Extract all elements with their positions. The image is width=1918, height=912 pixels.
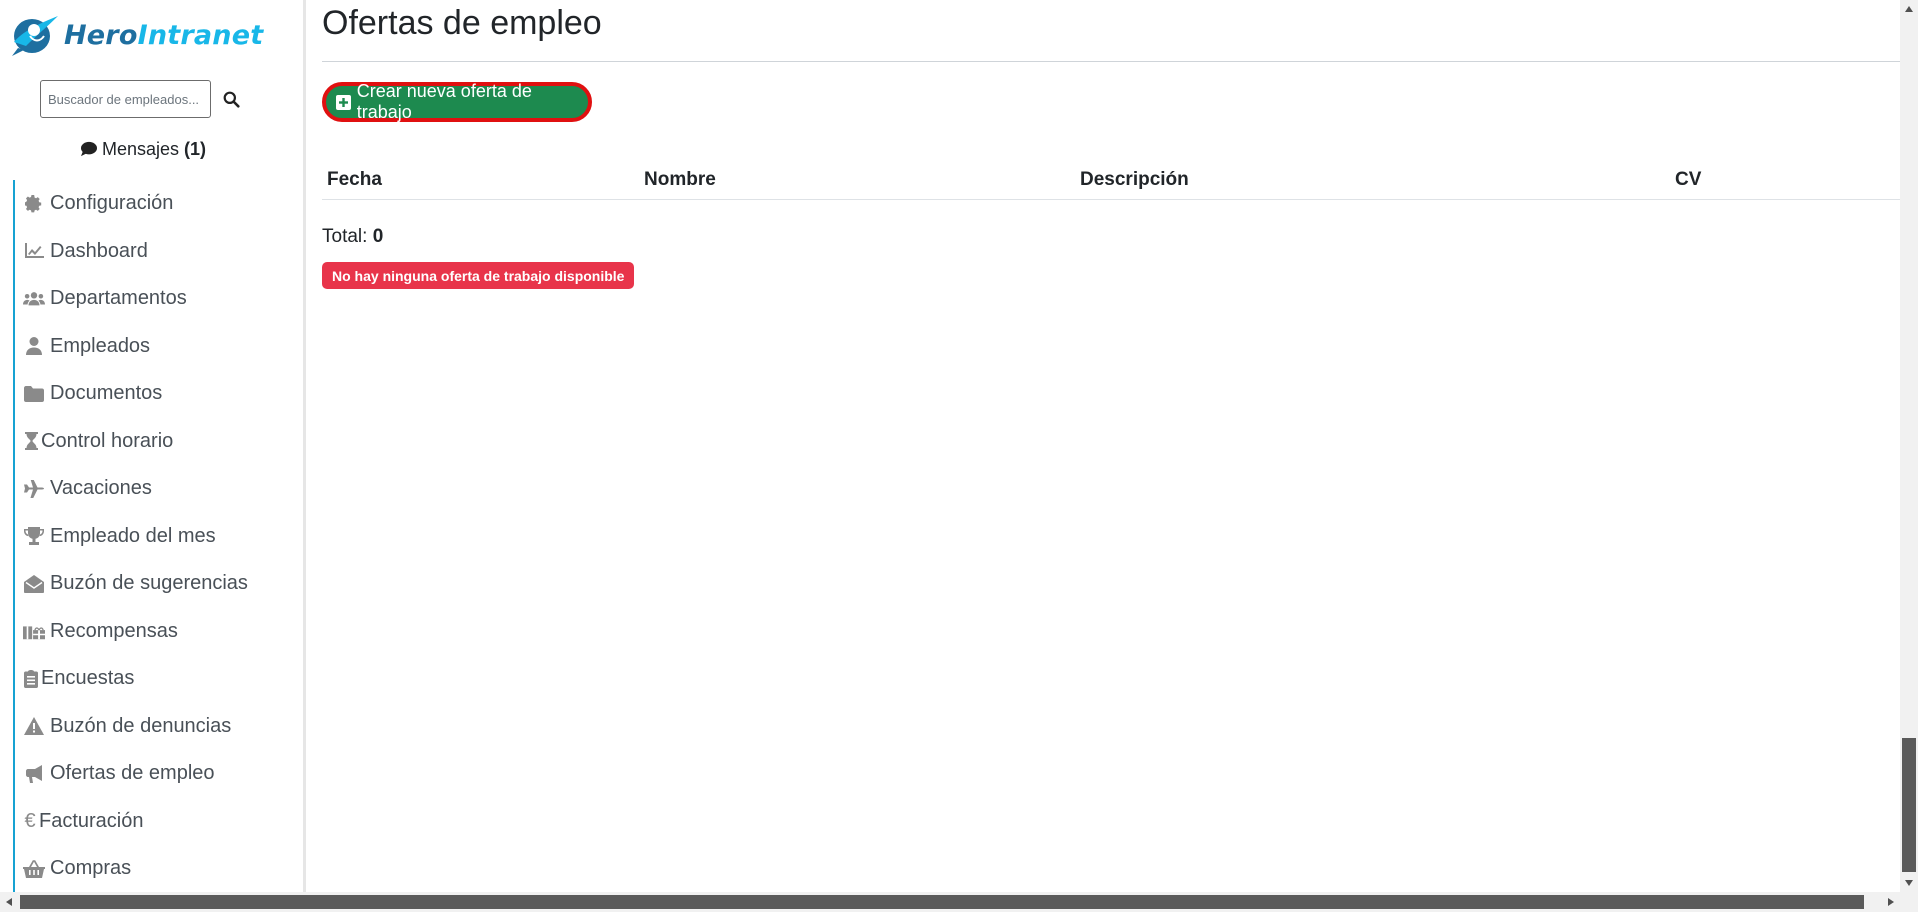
sidebar-item-dashboard[interactable]: Dashboard (13, 227, 303, 275)
vertical-scrollbar-thumb[interactable] (1902, 738, 1916, 872)
sidebar-item-label: Recompensas (50, 619, 178, 642)
total-count: Total: 0 (322, 226, 383, 248)
sidebar-item-label: Encuestas (41, 667, 135, 690)
search-input[interactable] (40, 80, 211, 118)
sidebar-item-label: Dashboard (50, 239, 148, 262)
empty-state-badge: No hay ninguna oferta de trabajo disponi… (322, 262, 635, 289)
column-header-nombre: Nombre (644, 169, 716, 190)
sidebar-item-buzon-sugerencias[interactable]: Buzón de sugerencias (13, 560, 303, 608)
sidebar: HeroIntranet Mensajes (1) Configuración … (0, 0, 306, 892)
plane-icon (23, 478, 45, 500)
sidebar-item-control-horario[interactable]: Control horario (13, 417, 303, 465)
brand-name: HeroIntranet (64, 19, 264, 51)
employee-search (40, 80, 249, 118)
trophy-icon (23, 525, 45, 547)
sidebar-item-label: Empleado del mes (50, 524, 216, 547)
horizontal-scrollbar[interactable] (0, 892, 1918, 912)
sidebar-item-configuracion[interactable]: Configuración (13, 180, 303, 228)
main-content: Ofertas de empleo Crear nueva oferta de … (322, 0, 1900, 892)
sidebar-item-facturacion[interactable]: € Facturación (13, 797, 303, 845)
search-icon[interactable] (213, 80, 249, 118)
sidebar-item-label: Buzón de sugerencias (50, 572, 248, 595)
sidebar-item-buzon-denuncias[interactable]: Buzón de denuncias (13, 702, 303, 750)
sidebar-item-label: Facturación (39, 809, 144, 832)
sidebar-nav: Configuración Dashboard Departamentos Em… (13, 180, 303, 892)
sidebar-item-encuestas[interactable]: Encuestas (13, 655, 303, 703)
sidebar-item-label: Buzón de denuncias (50, 714, 232, 737)
euro-icon: € (24, 809, 36, 832)
folder-icon (23, 383, 45, 405)
title-divider (322, 61, 1900, 62)
sidebar-item-label: Empleados (50, 334, 151, 357)
users-icon (23, 288, 45, 310)
chart-line-icon (23, 240, 45, 262)
scroll-right-icon[interactable] (1882, 892, 1900, 912)
vertical-scrollbar[interactable] (1900, 0, 1918, 892)
total-value: 0 (372, 226, 384, 247)
gear-icon (23, 193, 45, 215)
total-label: Total: (322, 226, 368, 247)
sidebar-item-label: Documentos (50, 382, 163, 405)
user-icon (23, 335, 45, 357)
sidebar-item-empleados[interactable]: Empleados (13, 322, 303, 370)
sidebar-item-vacaciones[interactable]: Vacaciones (13, 465, 303, 513)
logo[interactable]: HeroIntranet (8, 12, 263, 58)
job-offers-table-header: Fecha Nombre Descripción CV (322, 164, 1900, 200)
sidebar-item-label: Configuración (50, 192, 174, 215)
envelope-open-icon (23, 573, 45, 595)
column-header-cv: CV (1675, 169, 1702, 190)
sidebar-item-label: Compras (50, 857, 132, 880)
sidebar-item-label: Departamentos (50, 287, 187, 310)
gifts-icon (23, 620, 45, 642)
messages-count: (1) (184, 139, 207, 159)
sidebar-item-departamentos[interactable]: Departamentos (13, 275, 303, 323)
sidebar-item-documentos[interactable]: Documentos (13, 370, 303, 418)
column-header-descripcion: Descripción (1080, 169, 1189, 190)
scroll-up-icon[interactable] (1900, 0, 1918, 18)
megaphone-icon (23, 763, 45, 785)
clipboard-list-icon (23, 668, 39, 690)
page-title: Ofertas de empleo (322, 4, 602, 42)
create-job-offer-label: Crear nueva oferta de trabajo (356, 81, 532, 122)
messages-label: Mensajes (101, 139, 180, 159)
scroll-down-icon[interactable] (1900, 874, 1918, 892)
hero-logo-icon (12, 16, 58, 56)
create-job-offer-button[interactable]: Crear nueva oferta de trabajo (322, 81, 592, 122)
sidebar-item-empleado-del-mes[interactable]: Empleado del mes (13, 512, 303, 560)
sidebar-item-label: Ofertas de empleo (50, 762, 215, 785)
comment-icon (80, 141, 97, 157)
plus-square-icon (336, 94, 351, 110)
messages-link[interactable]: Mensajes (1) (0, 139, 286, 160)
sidebar-item-label: Control horario (41, 429, 174, 452)
horizontal-scrollbar-thumb[interactable] (20, 895, 1864, 909)
column-header-fecha: Fecha (327, 169, 382, 190)
basket-icon (23, 858, 45, 880)
sidebar-item-label: Vacaciones (50, 477, 152, 500)
sidebar-item-recompensas[interactable]: Recompensas (13, 607, 303, 655)
sidebar-item-compras[interactable]: Compras (13, 845, 303, 892)
scroll-left-icon[interactable] (0, 892, 18, 912)
sidebar-item-ofertas-empleo[interactable]: Ofertas de empleo (13, 750, 303, 798)
hourglass-icon (23, 430, 39, 452)
warning-icon (23, 715, 45, 737)
